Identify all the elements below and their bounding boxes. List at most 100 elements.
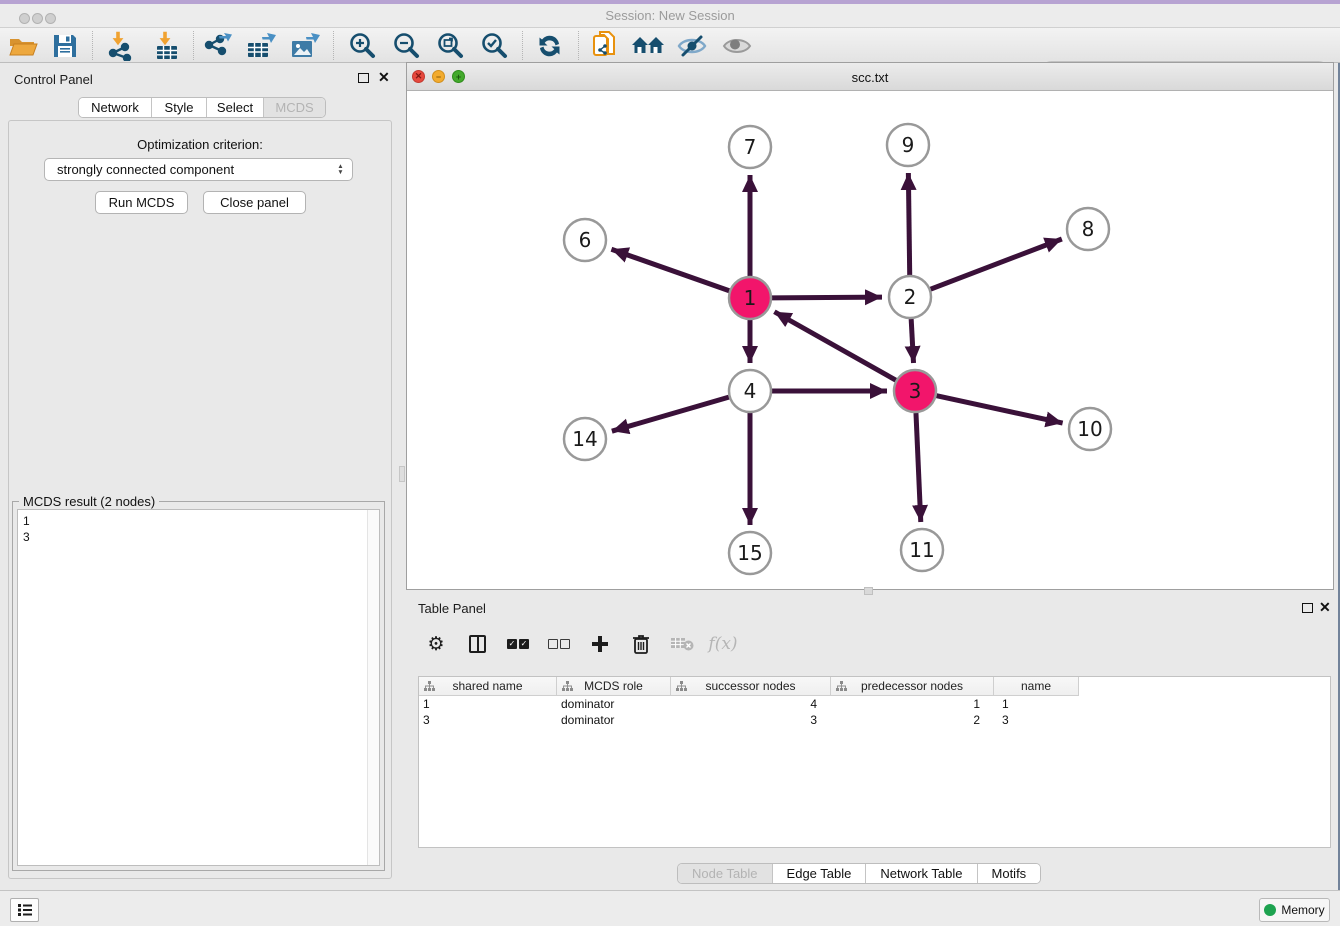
select-all-button[interactable]: ✓✓ bbox=[505, 631, 531, 657]
column-header-successor-nodes[interactable]: successor nodes bbox=[671, 677, 831, 696]
import-network-button[interactable] bbox=[101, 31, 139, 60]
splitter-grip[interactable] bbox=[864, 587, 873, 595]
hide-selected-button[interactable] bbox=[673, 31, 711, 60]
table-row[interactable]: 1dominator411 bbox=[419, 696, 1330, 712]
tab-node-table[interactable]: Node Table bbox=[678, 864, 773, 883]
close-panel-icon[interactable]: ✕ bbox=[378, 72, 390, 82]
optimization-criterion-select[interactable]: strongly connected component ▲▼ bbox=[44, 158, 353, 181]
column-header-MCDS-role[interactable]: MCDS role bbox=[557, 677, 671, 696]
node-10[interactable]: 10 bbox=[1069, 408, 1111, 450]
network-titlebar[interactable]: ✕ − + scc.txt bbox=[407, 63, 1333, 91]
edge-1-to-6[interactable] bbox=[611, 249, 729, 290]
table-header-row: shared nameMCDS rolesuccessor nodesprede… bbox=[419, 677, 1079, 696]
edge-2-to-3[interactable] bbox=[911, 319, 913, 363]
node-8[interactable]: 8 bbox=[1067, 208, 1109, 250]
export-image-button[interactable] bbox=[287, 31, 325, 60]
refresh-layout-button[interactable] bbox=[531, 31, 569, 60]
tab-network-table[interactable]: Network Table bbox=[866, 864, 977, 883]
column-header-predecessor-nodes[interactable]: predecessor nodes bbox=[831, 677, 994, 696]
zoom-in-button[interactable] bbox=[343, 31, 381, 60]
mcds-result-fieldset: MCDS result (2 nodes) 13 bbox=[12, 501, 385, 871]
import-table-button[interactable] bbox=[147, 31, 185, 60]
table-row[interactable]: 3dominator323 bbox=[419, 712, 1330, 728]
node-2[interactable]: 2 bbox=[889, 276, 931, 318]
table-cell[interactable]: 1 bbox=[419, 696, 557, 712]
table-panel: Table Panel ✕ ⚙ ✓✓ bbox=[406, 596, 1334, 890]
column-visibility-button[interactable] bbox=[464, 631, 490, 657]
table-cell[interactable]: 3 bbox=[419, 712, 557, 728]
tab-style[interactable]: Style bbox=[152, 98, 207, 117]
edge-2-to-8[interactable] bbox=[931, 239, 1062, 289]
node-15[interactable]: 15 bbox=[729, 532, 771, 574]
zoom-selected-button[interactable] bbox=[475, 31, 513, 60]
optimization-criterion-label: Optimization criterion: bbox=[0, 137, 400, 152]
tab-edge-table[interactable]: Edge Table bbox=[773, 864, 867, 883]
table-cell[interactable]: dominator bbox=[557, 712, 671, 728]
edge-3-to-10[interactable] bbox=[936, 396, 1062, 423]
export-network-button[interactable] bbox=[199, 31, 237, 60]
function-builder-button[interactable]: f(x) bbox=[710, 631, 736, 657]
table-cell[interactable]: 2 bbox=[831, 712, 994, 728]
node-3[interactable]: 3 bbox=[894, 370, 936, 412]
node-9[interactable]: 9 bbox=[887, 124, 929, 166]
save-session-button[interactable] bbox=[46, 31, 84, 60]
close-table-panel-icon[interactable]: ✕ bbox=[1319, 602, 1331, 612]
network-canvas[interactable]: 7 9 6 8 1 2 4 3 14 10 15 11 bbox=[407, 91, 1333, 588]
table-cell[interactable]: 1 bbox=[831, 696, 994, 712]
node-6[interactable]: 6 bbox=[564, 219, 606, 261]
table-cell[interactable]: 4 bbox=[671, 696, 831, 712]
show-all-button[interactable] bbox=[718, 31, 756, 60]
show-panels-button[interactable] bbox=[10, 898, 39, 922]
duplicate-network-button[interactable] bbox=[586, 31, 624, 60]
tab-network[interactable]: Network bbox=[79, 98, 152, 117]
vertical-splitter-grip[interactable] bbox=[399, 466, 405, 482]
node-7[interactable]: 7 bbox=[729, 126, 771, 168]
node-14[interactable]: 14 bbox=[564, 418, 606, 460]
delete-row-button[interactable] bbox=[628, 631, 654, 657]
control-panel-tabs: NetworkStyleSelectMCDS bbox=[78, 97, 326, 118]
table-cell[interactable]: 3 bbox=[671, 712, 831, 728]
add-row-button[interactable] bbox=[587, 631, 613, 657]
result-scrollbar[interactable] bbox=[367, 510, 379, 865]
node-11[interactable]: 11 bbox=[901, 529, 943, 571]
toolbar-separator bbox=[193, 31, 194, 60]
zoom-fit-icon bbox=[435, 31, 465, 61]
zoom-out-button[interactable] bbox=[387, 31, 425, 60]
close-panel-button[interactable]: Close panel bbox=[203, 191, 306, 214]
float-table-panel-icon[interactable] bbox=[1302, 603, 1313, 613]
open-session-button[interactable] bbox=[4, 31, 42, 60]
memory-button[interactable]: Memory bbox=[1259, 898, 1330, 922]
table-cell[interactable]: 1 bbox=[994, 696, 1079, 712]
float-panel-icon[interactable] bbox=[358, 73, 369, 83]
export-image-icon bbox=[290, 31, 322, 61]
network-title: scc.txt bbox=[407, 70, 1333, 85]
edge-1-to-2[interactable] bbox=[772, 297, 882, 298]
column-header-name[interactable]: name bbox=[994, 677, 1079, 696]
table-cell[interactable]: dominator bbox=[557, 696, 671, 712]
eye-icon bbox=[721, 33, 753, 59]
edge-4-to-14[interactable] bbox=[612, 397, 729, 431]
deselect-all-button[interactable] bbox=[546, 631, 572, 657]
table-settings-button[interactable]: ⚙ bbox=[423, 631, 449, 657]
mcds-result-list: 13 bbox=[23, 513, 30, 545]
first-neighbors-button[interactable] bbox=[629, 31, 667, 60]
node-1[interactable]: 1 bbox=[729, 277, 771, 319]
edge-3-to-11[interactable] bbox=[916, 413, 921, 522]
edge-2-to-9[interactable] bbox=[908, 173, 909, 275]
table-cell[interactable]: 3 bbox=[994, 712, 1079, 728]
tab-mcds[interactable]: MCDS bbox=[264, 98, 325, 117]
edge-3-to-1[interactable] bbox=[774, 312, 895, 380]
control-panel: Control Panel ✕ NetworkStyleSelectMCDS O… bbox=[0, 63, 400, 890]
mcds-result-box[interactable]: 13 bbox=[17, 509, 380, 866]
eye-slash-icon bbox=[676, 33, 708, 59]
node-4[interactable]: 4 bbox=[729, 370, 771, 412]
export-table-button[interactable] bbox=[243, 31, 281, 60]
tab-motifs[interactable]: Motifs bbox=[978, 864, 1041, 883]
column-header-shared-name[interactable]: shared name bbox=[419, 677, 557, 696]
node-table[interactable]: shared nameMCDS rolesuccessor nodesprede… bbox=[418, 676, 1331, 848]
delete-column-button[interactable] bbox=[669, 631, 695, 657]
zoom-fit-button[interactable] bbox=[431, 31, 469, 60]
main-titlebar[interactable]: Session: New Session bbox=[0, 4, 1340, 28]
run-mcds-button[interactable]: Run MCDS bbox=[95, 191, 188, 214]
tab-select[interactable]: Select bbox=[207, 98, 264, 117]
